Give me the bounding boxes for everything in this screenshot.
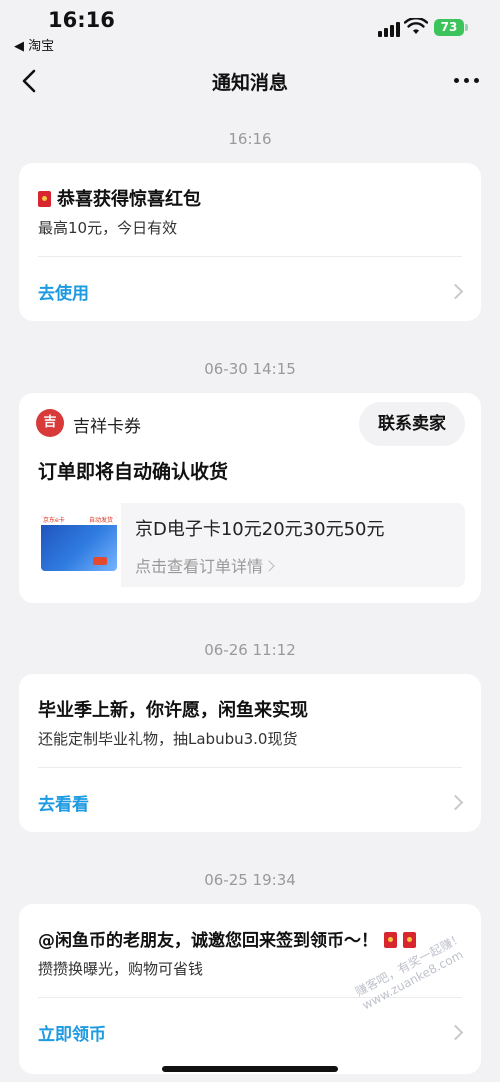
order-product-row[interactable]: 京东e卡 自动发货 京D电子卡10元20元30元50元 点击查看订单详情 bbox=[35, 503, 465, 587]
contact-seller-button[interactable]: 联系卖家 bbox=[359, 402, 465, 446]
divider bbox=[38, 997, 462, 998]
product-thumbnail: 京东e卡 自动发货 bbox=[35, 503, 121, 587]
red-envelope-icon bbox=[38, 191, 51, 207]
message-card-graduation[interactable]: 毕业季上新，你许愿，闲鱼来实现 还能定制毕业礼物，抽Labubu3.0现货 去看… bbox=[19, 674, 481, 832]
message-timestamp: 06-26 11:12 bbox=[204, 641, 296, 659]
wifi-icon bbox=[404, 18, 428, 34]
cellular-signal-icon bbox=[378, 22, 400, 37]
message-title: 恭喜获得惊喜红包 bbox=[38, 185, 201, 211]
chevron-right-icon bbox=[447, 1024, 464, 1041]
red-envelope-icon bbox=[403, 932, 416, 948]
message-title: 订单即将自动确认收货 bbox=[38, 461, 229, 483]
message-card-red-packet[interactable]: 恭喜获得惊喜红包 最高10元，今日有效 去使用 bbox=[19, 163, 481, 321]
status-bar: 16:16 ◀ 淘宝 73 bbox=[0, 0, 500, 56]
product-title: 京D电子卡10元20元30元50元 bbox=[135, 519, 385, 540]
back-to-app-link[interactable]: ◀ 淘宝 bbox=[14, 35, 54, 54]
shop-logo-icon: 吉 bbox=[36, 409, 64, 437]
chevron-right-icon bbox=[263, 560, 275, 572]
red-envelope-icon bbox=[384, 932, 397, 948]
page-title: 通知消息 bbox=[211, 72, 288, 94]
message-title: 毕业季上新，你许愿，闲鱼来实现 bbox=[38, 700, 308, 721]
status-time: 16:16 bbox=[48, 8, 115, 32]
message-card-coins[interactable]: @闲鱼币的老朋友，诚邀您回来签到领币～！ 攒攒换曝光，购物可省钱 立即领币 bbox=[19, 904, 481, 1074]
chevron-right-icon bbox=[447, 283, 464, 300]
message-subtitle: 还能定制毕业礼物，抽Labubu3.0现货 bbox=[38, 730, 298, 748]
more-options-icon[interactable] bbox=[454, 70, 486, 90]
view-order-details-link[interactable]: 点击查看订单详情 bbox=[135, 553, 275, 577]
nav-bar: 通知消息 bbox=[0, 58, 500, 104]
message-timestamp: 16:16 bbox=[228, 130, 272, 148]
go-see-link[interactable]: 去看看 bbox=[38, 790, 89, 815]
shop-name[interactable]: 吉祥卡券 bbox=[73, 412, 141, 437]
use-now-link[interactable]: 去使用 bbox=[38, 279, 89, 304]
message-timestamp: 06-25 19:34 bbox=[204, 871, 296, 889]
message-subtitle: 攒攒换曝光，购物可省钱 bbox=[38, 960, 204, 978]
message-timestamp: 06-30 14:15 bbox=[204, 360, 296, 378]
divider bbox=[38, 767, 462, 768]
claim-coins-link[interactable]: 立即领币 bbox=[38, 1020, 106, 1045]
battery-tip bbox=[465, 24, 468, 31]
message-title: @闲鱼币的老朋友，诚邀您回来签到领币～！ bbox=[38, 926, 422, 951]
chevron-right-icon bbox=[447, 794, 464, 811]
home-indicator[interactable] bbox=[162, 1066, 338, 1072]
divider bbox=[38, 256, 462, 257]
message-subtitle: 最高10元，今日有效 bbox=[38, 219, 178, 237]
message-card-order[interactable]: 吉 吉祥卡券 联系卖家 订单即将自动确认收货 京东e卡 自动发货 京D电子卡10… bbox=[19, 393, 481, 603]
battery-indicator: 73 bbox=[434, 19, 464, 36]
gift-card-image: 京东e卡 自动发货 bbox=[41, 515, 117, 571]
